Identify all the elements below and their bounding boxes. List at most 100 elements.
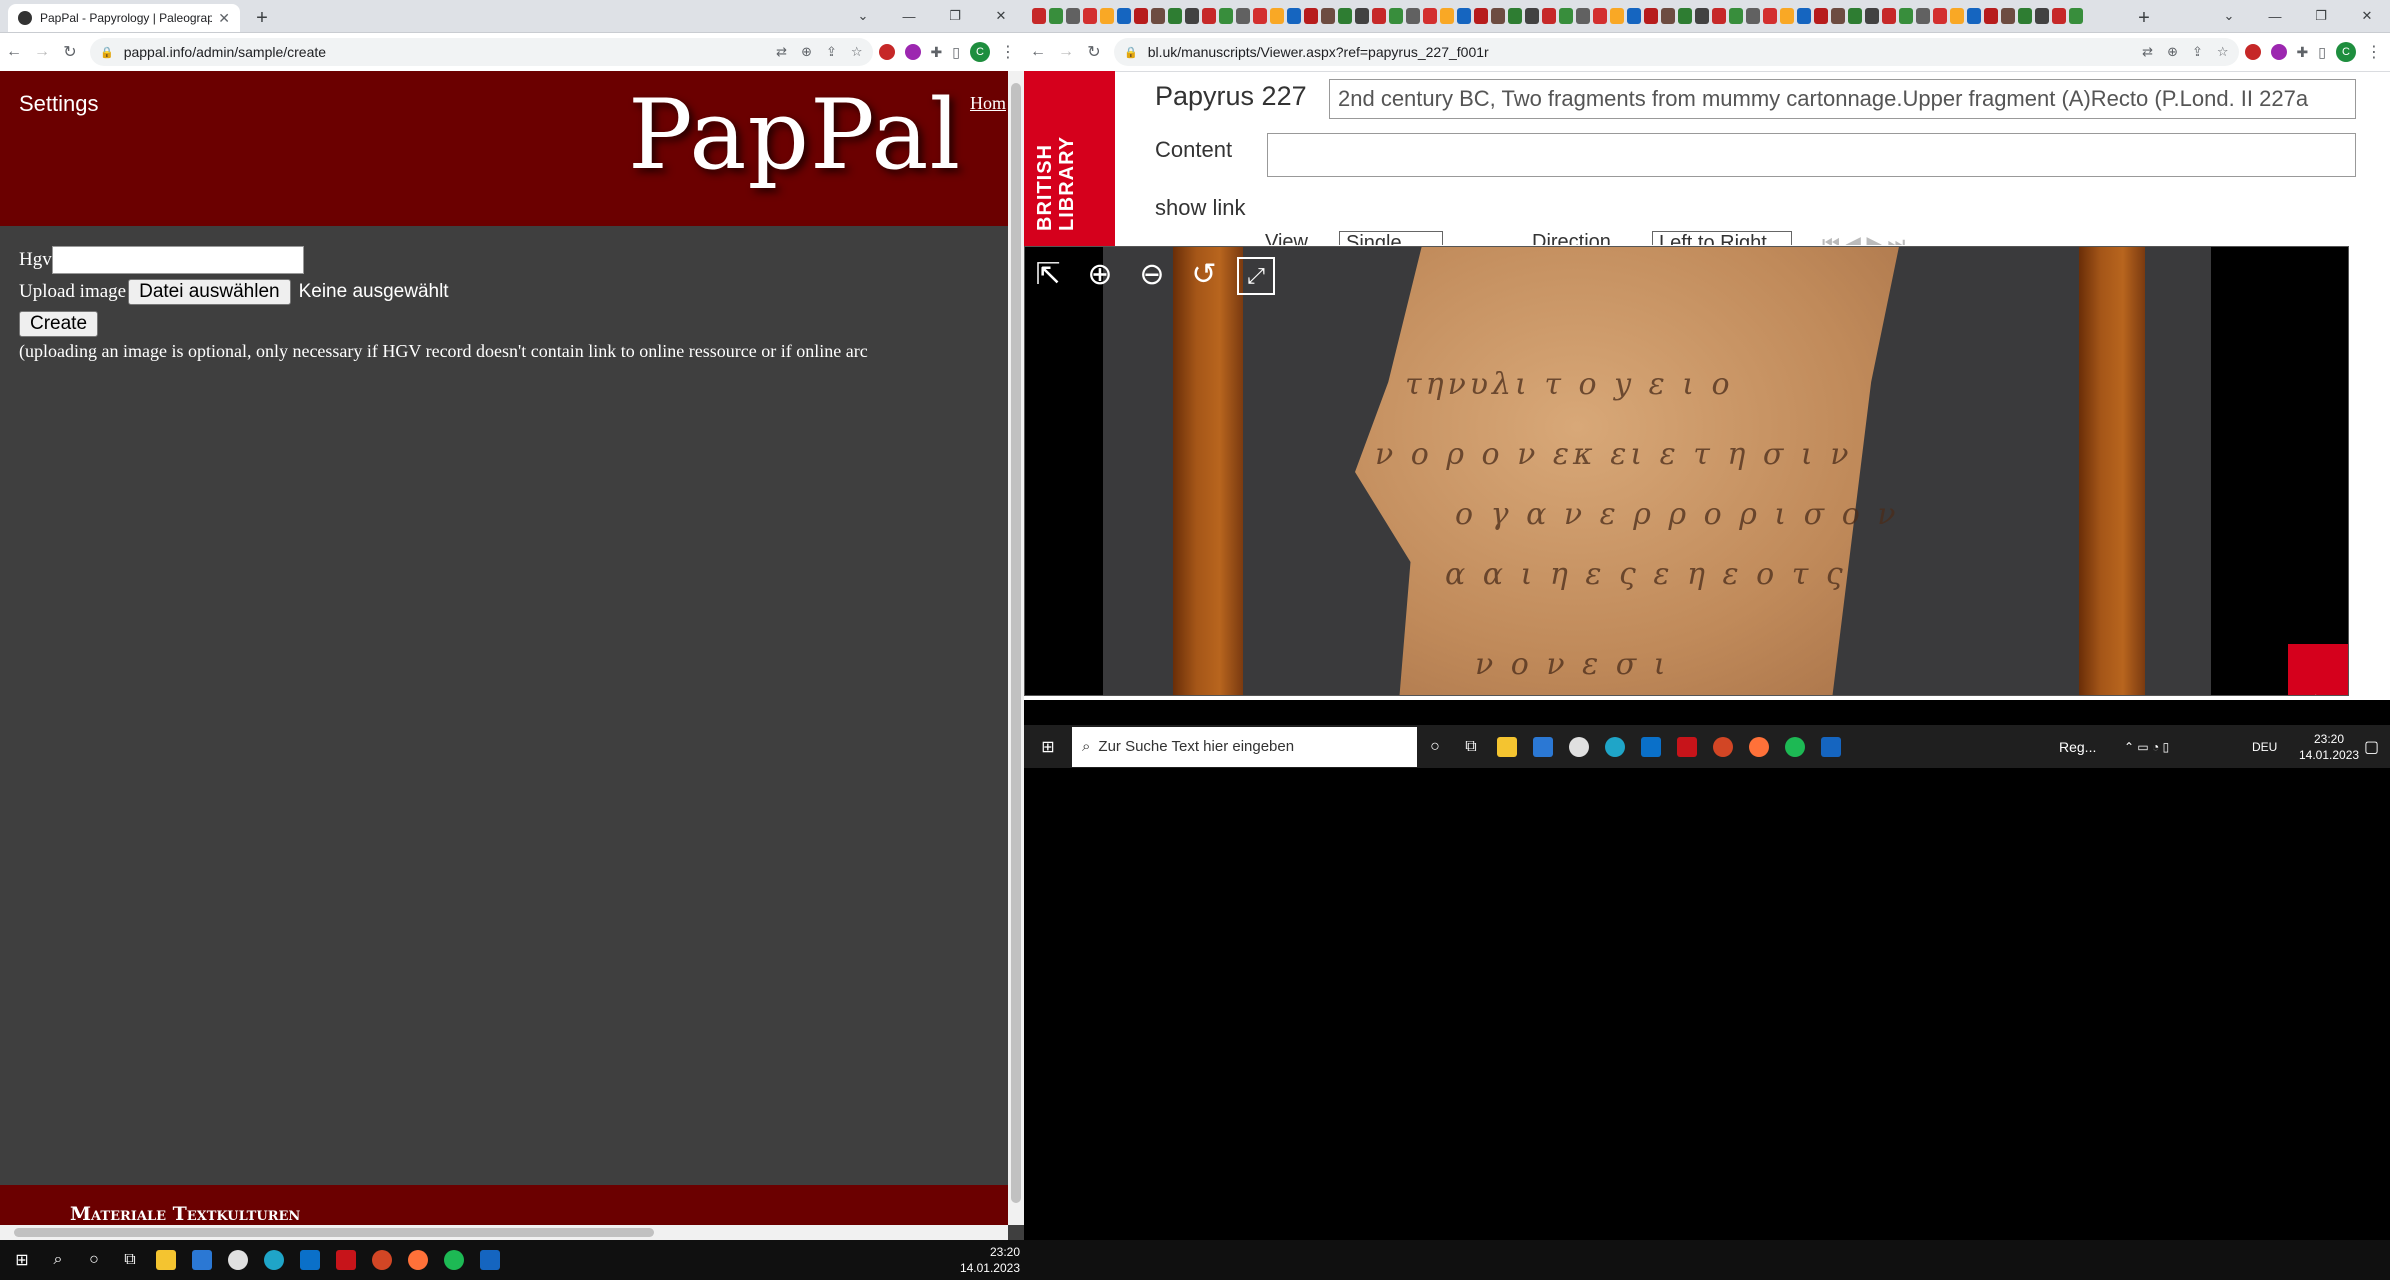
edge-icon[interactable] xyxy=(256,1242,292,1278)
firefox-icon[interactable] xyxy=(400,1242,436,1278)
translate-icon[interactable]: ⇄ xyxy=(776,44,787,60)
chrome-icon[interactable] xyxy=(220,1242,256,1278)
translate-icon[interactable]: ⇄ xyxy=(2142,44,2153,60)
firefox-icon[interactable] xyxy=(1741,729,1777,765)
pinned-tab-favicon-icon[interactable] xyxy=(1406,8,1420,24)
forward-icon[interactable]: → xyxy=(28,38,56,66)
pinned-tab-favicon-icon[interactable] xyxy=(1797,8,1811,24)
pinned-tab-favicon-icon[interactable] xyxy=(1661,8,1675,24)
new-tab-button[interactable]: + xyxy=(248,4,276,32)
extension-red-icon[interactable] xyxy=(878,44,895,60)
menu-kebab-icon[interactable]: ⋮ xyxy=(2366,42,2382,62)
pinned-tab-favicon-icon[interactable] xyxy=(2018,8,2032,24)
restore-button[interactable]: ❐ xyxy=(2298,0,2344,32)
pinned-tab-favicon-icon[interactable] xyxy=(1032,8,1046,24)
pinned-tab-favicon-icon[interactable] xyxy=(1134,8,1148,24)
lock-icon[interactable]: 🔒 xyxy=(1124,46,1138,59)
extension-purple-icon[interactable] xyxy=(2270,44,2287,60)
pinned-tab-favicon-icon[interactable] xyxy=(1083,8,1097,24)
edge-icon[interactable] xyxy=(1597,729,1633,765)
pinned-tab-favicon-icon[interactable] xyxy=(1491,8,1505,24)
home-link[interactable]: Hom xyxy=(970,93,1006,114)
pinned-tab-favicon-icon[interactable] xyxy=(1525,8,1539,24)
pinned-tab-favicon-icon[interactable] xyxy=(1287,8,1301,24)
choose-file-button[interactable]: Datei auswählen xyxy=(128,279,291,305)
store-icon[interactable] xyxy=(184,1242,220,1278)
address-bar[interactable]: 🔒 pappal.info/admin/sample/create ⇄ ⊕ ⇪ … xyxy=(90,38,873,66)
profile-avatar[interactable]: C xyxy=(970,42,990,62)
pinned-tab-favicon-icon[interactable] xyxy=(1644,8,1658,24)
pinned-tab-favicon-icon[interactable] xyxy=(1508,8,1522,24)
task-view-icon[interactable]: ⧉ xyxy=(1453,729,1489,765)
zoom-icon[interactable]: ⊕ xyxy=(801,44,812,60)
side-panel-icon[interactable]: ▯ xyxy=(2318,44,2326,61)
task-view-icon[interactable]: ⧉ xyxy=(112,1242,148,1278)
show-link[interactable]: show link xyxy=(1155,195,1245,221)
menu-kebab-icon[interactable]: ⋮ xyxy=(1000,42,1016,62)
pinned-tab-favicon-icon[interactable] xyxy=(1440,8,1454,24)
settings-link[interactable]: Settings xyxy=(19,91,99,117)
pinned-tab-favicon-icon[interactable] xyxy=(1695,8,1709,24)
tab-pappal[interactable]: PapPal - Papyrology | Paleograph ✕ xyxy=(8,4,240,32)
pinned-tab-favicon-icon[interactable] xyxy=(1185,8,1199,24)
puzzle-icon[interactable]: ✚ xyxy=(931,44,943,61)
taskbar-clock[interactable]: 23:20 14.01.2023 xyxy=(950,1244,1020,1276)
pinned-tab-favicon-icon[interactable] xyxy=(1712,8,1726,24)
pinned-tab-favicon-icon[interactable] xyxy=(2052,8,2066,24)
inner-clock[interactable]: 23:20 14.01.2023 xyxy=(2299,731,2359,763)
page-nav-icons[interactable]: ⏮ ◀ ▶ ⏭ xyxy=(1822,231,1905,245)
minimize-button[interactable]: — xyxy=(886,0,932,32)
spotify-icon[interactable] xyxy=(436,1242,472,1278)
content-field[interactable] xyxy=(1267,133,2356,177)
pinned-tab-favicon-icon[interactable] xyxy=(1389,8,1403,24)
explorer-icon[interactable] xyxy=(1489,729,1525,765)
reload-icon[interactable]: ↻ xyxy=(56,38,84,66)
pinned-tab-favicon-icon[interactable] xyxy=(1729,8,1743,24)
pinned-tab-favicon-icon[interactable] xyxy=(2035,8,2049,24)
side-panel-icon[interactable]: ▯ xyxy=(952,44,960,61)
cortana-icon[interactable]: ○ xyxy=(76,1242,112,1278)
extension-purple-icon[interactable] xyxy=(904,44,921,60)
pinned-tab-favicon-icon[interactable] xyxy=(1168,8,1182,24)
pinned-tab-favicon-icon[interactable] xyxy=(1100,8,1114,24)
pinned-tab-favicon-icon[interactable] xyxy=(1593,8,1607,24)
pinned-tab-favicon-icon[interactable] xyxy=(1576,8,1590,24)
new-tab-button[interactable]: + xyxy=(2130,4,2158,32)
extension-red-icon[interactable] xyxy=(2244,44,2261,60)
zoom-icon[interactable]: ⊕ xyxy=(2167,44,2178,60)
view-select[interactable]: Single xyxy=(1339,231,1443,245)
pinned-tab-favicon-icon[interactable] xyxy=(1474,8,1488,24)
pinned-tab-favicon-icon[interactable] xyxy=(1457,8,1471,24)
pinned-tab-favicon-icon[interactable] xyxy=(1627,8,1641,24)
bookmark-star-icon[interactable]: ☆ xyxy=(851,44,863,60)
hgv-input[interactable] xyxy=(51,246,304,274)
pinned-tab-favicon-icon[interactable] xyxy=(1882,8,1896,24)
pinned-tab-favicon-icon[interactable] xyxy=(1984,8,1998,24)
pinned-tab-favicon-icon[interactable] xyxy=(1151,8,1165,24)
tab-search-icon[interactable]: ⌄ xyxy=(840,0,886,32)
vertical-scrollbar[interactable] xyxy=(1008,71,1024,1225)
pinned-tab-favicon-icon[interactable] xyxy=(1202,8,1216,24)
horizontal-scrollbar[interactable] xyxy=(0,1225,1008,1240)
pinned-tab-favicon-icon[interactable] xyxy=(1763,8,1777,24)
description-field[interactable]: 2nd century BC, Two fragments from mummy… xyxy=(1329,79,2356,119)
notification-icon[interactable]: ▢ xyxy=(2364,737,2379,757)
powerpoint-icon[interactable] xyxy=(364,1242,400,1278)
mail-icon[interactable] xyxy=(1633,729,1669,765)
pinned-tab-favicon-icon[interactable] xyxy=(1253,8,1267,24)
pinned-tab-favicon-icon[interactable] xyxy=(2001,8,2015,24)
address-bar[interactable]: 🔒 bl.uk/manuscripts/Viewer.aspx?ref=papy… xyxy=(1114,38,2239,66)
spotify-icon[interactable] xyxy=(1777,729,1813,765)
manuscript-image-viewer[interactable]: τηνυλι τ ο y ε ι ο ν ο ρ ο ν εκ ει ε τ η… xyxy=(1024,246,2349,696)
pinned-tab-favicon-icon[interactable] xyxy=(1899,8,1913,24)
create-button[interactable]: Create xyxy=(19,311,99,337)
tab-search-icon[interactable]: ⌄ xyxy=(2206,0,2252,32)
pinned-tab-favicon-icon[interactable] xyxy=(1049,8,1063,24)
close-tab-icon[interactable]: ✕ xyxy=(218,10,230,27)
pinned-tab-favicon-icon[interactable] xyxy=(1831,8,1845,24)
start-icon[interactable]: ⊞ xyxy=(1030,729,1066,765)
pinned-tab-favicon-icon[interactable] xyxy=(1933,8,1947,24)
photos-icon[interactable] xyxy=(472,1242,508,1278)
pinned-tab-favicon-icon[interactable] xyxy=(1916,8,1930,24)
reload-icon[interactable]: ↻ xyxy=(1080,38,1108,66)
